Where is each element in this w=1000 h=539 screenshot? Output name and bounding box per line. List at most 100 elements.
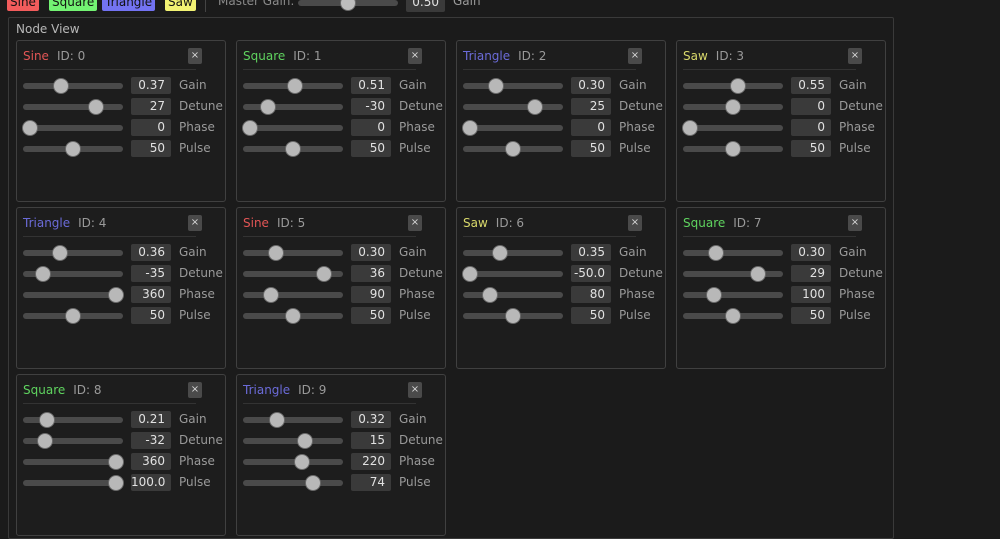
phase-value-field[interactable]: 220 (351, 453, 391, 470)
gain-slider[interactable] (463, 245, 563, 261)
node-close-button[interactable]: × (628, 215, 642, 231)
pulse-slider-knob[interactable] (725, 141, 741, 157)
node-close-button[interactable]: × (188, 382, 202, 398)
gain-value-field[interactable]: 0.30 (571, 77, 611, 94)
phase-slider[interactable] (682, 120, 783, 136)
pulse-value-field[interactable]: 50 (351, 307, 391, 324)
gain-value-field[interactable]: 0.37 (131, 77, 171, 94)
pulse-value-field[interactable]: 50 (131, 307, 171, 324)
pulse-slider-knob[interactable] (65, 141, 81, 157)
tag-saw[interactable]: Saw (165, 0, 196, 11)
detune-slider-knob[interactable] (297, 433, 313, 449)
detune-slider-knob[interactable] (725, 99, 741, 115)
phase-slider-knob[interactable] (108, 287, 124, 303)
gain-slider-knob[interactable] (53, 78, 69, 94)
pulse-slider[interactable] (23, 141, 123, 157)
gain-slider[interactable] (23, 412, 123, 428)
detune-slider-knob[interactable] (88, 99, 104, 115)
pulse-slider-knob[interactable] (108, 475, 124, 491)
node-close-button[interactable]: × (408, 215, 422, 231)
gain-value-field[interactable]: 0.30 (791, 244, 831, 261)
pulse-slider[interactable] (683, 308, 783, 324)
phase-slider-knob[interactable] (482, 287, 498, 303)
gain-slider-knob[interactable] (39, 412, 55, 428)
gain-value-field[interactable]: 0.35 (571, 244, 611, 261)
phase-slider-knob[interactable] (242, 120, 258, 136)
gain-slider-knob[interactable] (269, 412, 285, 428)
detune-value-field[interactable]: -30 (351, 98, 391, 115)
detune-slider-knob[interactable] (35, 266, 51, 282)
phase-slider[interactable] (23, 454, 124, 470)
gain-value-field[interactable]: 0.21 (131, 411, 171, 428)
master-gain-slider-knob[interactable] (340, 0, 356, 11)
gain-slider-knob[interactable] (52, 245, 68, 261)
gain-slider-knob[interactable] (492, 245, 508, 261)
detune-slider[interactable] (23, 266, 123, 282)
gain-slider[interactable] (243, 78, 343, 94)
phase-slider-knob[interactable] (682, 120, 698, 136)
pulse-value-field[interactable]: 50 (571, 140, 611, 157)
pulse-slider-knob[interactable] (285, 141, 301, 157)
phase-slider-knob[interactable] (22, 120, 38, 136)
node-close-button[interactable]: × (188, 48, 202, 64)
detune-slider[interactable] (243, 266, 343, 282)
detune-slider-knob[interactable] (37, 433, 53, 449)
detune-value-field[interactable]: 25 (571, 98, 611, 115)
detune-slider-knob[interactable] (316, 266, 332, 282)
pulse-slider-knob[interactable] (505, 141, 521, 157)
pulse-slider-knob[interactable] (505, 308, 521, 324)
tag-sine[interactable]: Sine (7, 0, 39, 11)
pulse-slider-knob[interactable] (285, 308, 301, 324)
phase-slider[interactable] (23, 287, 124, 303)
pulse-slider[interactable] (683, 141, 783, 157)
detune-slider-knob[interactable] (527, 99, 543, 115)
detune-slider[interactable] (243, 433, 343, 449)
gain-slider[interactable] (243, 412, 343, 428)
gain-slider[interactable] (683, 78, 783, 94)
gain-value-field[interactable]: 0.55 (791, 77, 831, 94)
detune-value-field[interactable]: -50.0 (571, 265, 611, 282)
tag-square[interactable]: Square (49, 0, 98, 11)
detune-slider[interactable] (683, 266, 783, 282)
detune-slider[interactable] (243, 99, 343, 115)
phase-value-field[interactable]: 360 (131, 453, 171, 470)
phase-slider[interactable] (462, 120, 563, 136)
pulse-slider[interactable] (243, 475, 343, 491)
gain-slider[interactable] (243, 245, 343, 261)
gain-value-field[interactable]: 0.36 (131, 244, 171, 261)
gain-slider-knob[interactable] (488, 78, 504, 94)
pulse-slider-knob[interactable] (725, 308, 741, 324)
detune-value-field[interactable]: 36 (351, 265, 391, 282)
detune-value-field[interactable]: -35 (131, 265, 171, 282)
phase-slider[interactable] (243, 287, 343, 303)
pulse-value-field[interactable]: 50 (351, 140, 391, 157)
detune-value-field[interactable]: 27 (131, 98, 171, 115)
detune-value-field[interactable]: 15 (351, 432, 391, 449)
pulse-value-field[interactable]: 50 (131, 140, 171, 157)
gain-slider-knob[interactable] (730, 78, 746, 94)
gain-slider[interactable] (463, 78, 563, 94)
phase-value-field[interactable]: 0 (791, 119, 831, 136)
phase-value-field[interactable]: 0 (351, 119, 391, 136)
node-close-button[interactable]: × (408, 382, 422, 398)
pulse-slider[interactable] (463, 308, 563, 324)
detune-slider[interactable] (463, 99, 563, 115)
node-close-button[interactable]: × (848, 48, 862, 64)
master-gain-value[interactable]: 0.50 (406, 0, 445, 12)
pulse-slider-knob[interactable] (305, 475, 321, 491)
phase-value-field[interactable]: 100 (791, 286, 831, 303)
tag-triangle[interactable]: Triangle (102, 0, 156, 11)
phase-slider[interactable] (242, 120, 343, 136)
phase-value-field[interactable]: 360 (131, 286, 171, 303)
phase-slider[interactable] (243, 454, 343, 470)
phase-value-field[interactable]: 0 (571, 119, 611, 136)
phase-slider[interactable] (463, 287, 563, 303)
node-close-button[interactable]: × (848, 215, 862, 231)
node-close-button[interactable]: × (628, 48, 642, 64)
pulse-slider[interactable] (243, 141, 343, 157)
pulse-value-field[interactable]: 50 (791, 140, 831, 157)
detune-value-field[interactable]: 0 (791, 98, 831, 115)
gain-slider[interactable] (683, 245, 783, 261)
gain-slider-knob[interactable] (287, 78, 303, 94)
phase-value-field[interactable]: 90 (351, 286, 391, 303)
